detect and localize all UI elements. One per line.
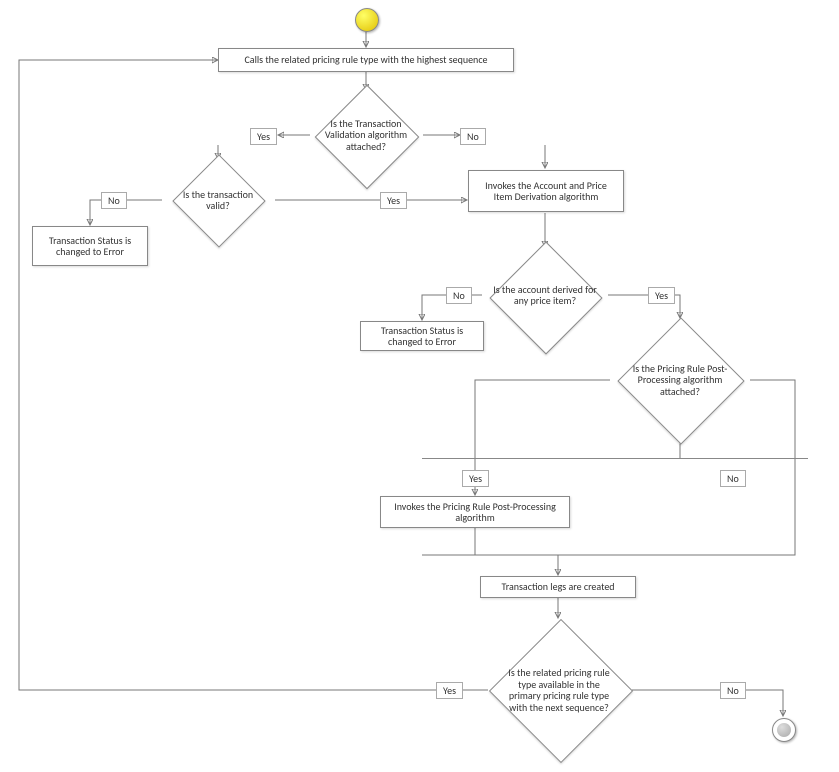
edge-label-no: No [720,470,746,487]
process-label: Transaction Status is changed to Error [367,325,477,348]
edge-label-no: No [101,192,127,209]
start-node [355,8,379,32]
edge-label-no: No [446,287,472,304]
process-legs-created: Transaction legs are created [480,576,636,598]
process-invoke-derivation: Invokes the Account and Price Item Deriv… [468,170,624,212]
join-bar [422,458,808,459]
process-call-rule-type: Calls the related pricing rule type with… [218,48,514,72]
process-label: Transaction legs are created [501,581,614,593]
edge-label-yes: Yes [380,192,407,209]
process-label: Calls the related pricing rule type with… [244,54,487,66]
edge-label-no: No [720,682,746,699]
decision-validation-attached: Is the Transaction Validation algorithm … [310,90,422,180]
process-label: Invokes the Account and Price Item Deriv… [475,180,617,203]
process-label: Invokes the Pricing Rule Post-Processing… [387,501,563,524]
decision-label: Is the related pricing rule type availab… [502,667,616,713]
decision-account-derived: Is the account derived for any price ite… [482,248,608,342]
decision-transaction-valid: Is the transaction valid? [162,160,274,240]
decision-post-processing-attached: Is the Pricing Rule Post-Processing algo… [610,318,750,442]
process-status-error-2: Transaction Status is changed to Error [360,321,484,351]
process-label: Transaction Status is changed to Error [39,235,141,258]
decision-label: Is the Pricing Rule Post-Processing algo… [628,363,732,398]
edge-label-yes: Yes [462,470,489,487]
edge-label-no: No [460,128,486,145]
edge-label-yes: Yes [436,682,463,699]
edge-label-yes: Yes [250,128,277,145]
edge-label-yes: Yes [648,287,675,304]
decision-label: Is the account derived for any price ite… [492,284,598,307]
decision-label: Is the Transaction Validation algorithm … [320,118,412,153]
decision-next-sequence: Is the related pricing rule type availab… [486,618,632,762]
decision-label: Is the transaction valid? [172,189,264,212]
process-status-error-1: Transaction Status is changed to Error [32,226,148,266]
process-invoke-post-processing: Invokes the Pricing Rule Post-Processing… [380,496,570,528]
end-node [772,718,796,742]
